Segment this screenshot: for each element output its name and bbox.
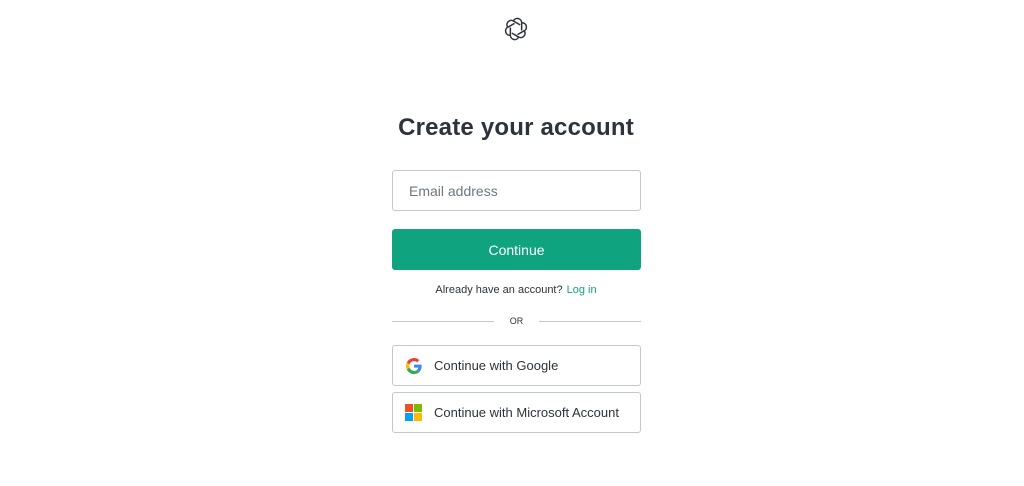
microsoft-icon-green xyxy=(414,404,422,412)
google-button-label: Continue with Google xyxy=(434,358,559,373)
microsoft-icon-blue xyxy=(405,413,413,421)
continue-with-microsoft-button[interactable]: Continue with Microsoft Account xyxy=(392,392,641,433)
divider-text: OR xyxy=(509,316,524,326)
or-divider: OR xyxy=(392,314,641,328)
login-prompt: Already have an account? Log in xyxy=(0,284,1024,296)
login-link[interactable]: Log in xyxy=(567,284,597,296)
email-field-container xyxy=(392,170,641,211)
email-field[interactable] xyxy=(393,171,640,210)
divider-line-left xyxy=(392,320,494,322)
divider-line-right xyxy=(539,320,641,322)
login-prompt-text: Already have an account? xyxy=(435,284,563,296)
continue-button[interactable]: Continue xyxy=(392,229,641,270)
microsoft-icon-yellow xyxy=(414,413,422,421)
continue-with-google-button[interactable]: Continue with Google xyxy=(392,345,641,386)
microsoft-icon-red xyxy=(405,404,413,412)
google-icon xyxy=(406,357,422,374)
openai-logo-icon xyxy=(503,16,529,42)
page-title: Create your account xyxy=(398,114,634,141)
microsoft-icon xyxy=(405,404,422,421)
microsoft-button-label: Continue with Microsoft Account xyxy=(434,405,619,420)
